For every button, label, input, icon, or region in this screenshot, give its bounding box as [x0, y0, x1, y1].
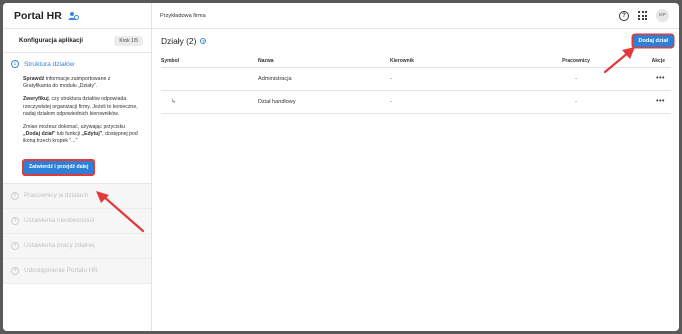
- table-header-row: Symbol Nazwa Kierownik Pracownicy Akcje: [161, 56, 671, 68]
- column-header-name[interactable]: Nazwa: [258, 56, 390, 68]
- avatar[interactable]: KP: [656, 9, 669, 22]
- bold-text: Sprawdź: [23, 76, 45, 82]
- step-item-3[interactable]: 3 Ustawienia nieobecności: [3, 208, 151, 234]
- step-paragraph-2: Zweryfikuj, czy struktura działów odpowi…: [23, 96, 139, 118]
- more-actions-icon[interactable]: •••: [636, 90, 671, 114]
- column-header-symbol[interactable]: Symbol: [161, 56, 258, 68]
- column-header-employees[interactable]: Pracownicy: [516, 56, 636, 68]
- page-title: Działy (2): [161, 36, 197, 46]
- name-cell: Dział handlowy: [258, 90, 390, 114]
- brand-name: Portal HR: [14, 9, 62, 22]
- employees-cell: -: [516, 90, 636, 114]
- app-window: Portal HR Konfiguracja aplikacji Krok 1/…: [3, 3, 679, 331]
- step-item-4[interactable]: 4 Ustawienia pracy zdalnej: [3, 233, 151, 259]
- step-title: Struktura działów: [24, 60, 75, 68]
- topbar: Przykładowa firma ? KP: [152, 3, 679, 29]
- confirm-next-button[interactable]: Zatwierdź i przejdź dalej: [23, 159, 95, 175]
- step-label: Pracownicy w działach: [24, 192, 89, 200]
- config-header: Konfiguracja aplikacji Krok 1/5: [3, 29, 151, 53]
- step-paragraph-3: Zmian możesz dokonać, używając przycisku…: [23, 124, 139, 146]
- table-row[interactable]: Administracja - - •••: [161, 67, 671, 91]
- step-number: 2: [11, 191, 19, 200]
- departments-table: Symbol Nazwa Kierownik Pracownicy Akcje …: [161, 56, 671, 114]
- step-head[interactable]: 1 Struktura działów: [11, 58, 143, 70]
- table-row[interactable]: ↳ Dział handlowy - - •••: [161, 90, 671, 114]
- step-number: 3: [11, 216, 19, 225]
- manager-cell: -: [390, 90, 516, 114]
- text: lub funkcji: [55, 131, 82, 138]
- step-description: Sprawdź informacje zaimportowane z Graty…: [11, 70, 143, 175]
- sidebar: Portal HR Konfiguracja aplikacji Krok 1/…: [3, 3, 152, 331]
- brand: Portal HR: [3, 3, 151, 29]
- subdepartment-icon: ↳: [161, 90, 258, 114]
- topbar-icons: ? KP: [619, 9, 669, 22]
- bold-text: Zweryfikuj: [23, 96, 49, 103]
- name-cell: Administracja: [258, 67, 390, 91]
- employees-cell: -: [516, 67, 636, 91]
- apps-grid-icon[interactable]: [638, 11, 647, 20]
- info-icon[interactable]: ?: [200, 38, 207, 44]
- column-header-manager[interactable]: Kierownik: [390, 56, 516, 68]
- add-department-button[interactable]: Dodaj dział: [633, 35, 673, 47]
- step-active: 1 Struktura działów Sprawdź informacje z…: [3, 53, 151, 184]
- config-title: Konfiguracja aplikacji: [19, 37, 83, 44]
- step-badge: Krok 1/5: [114, 35, 143, 46]
- manager-cell: -: [390, 67, 516, 91]
- step-paragraph-1: Sprawdź informacje zaimportowane z Graty…: [23, 76, 139, 90]
- text: Zmian możesz dokonać, używając przycisku: [23, 124, 126, 131]
- step-number: 4: [11, 241, 19, 250]
- step-item-2[interactable]: 2 Pracownicy w działach: [3, 183, 151, 209]
- more-actions-icon[interactable]: •••: [636, 67, 671, 91]
- step-label: Udostępnienie Portalu HR: [24, 267, 98, 275]
- step-label: Ustawienia pracy zdalnej: [24, 242, 95, 250]
- main-content: Działy (2) ? Dodaj dział Symbol Nazwa Ki…: [152, 29, 679, 331]
- symbol-cell: [161, 67, 258, 91]
- step-item-5[interactable]: 5 Udostępnienie Portalu HR: [3, 258, 151, 284]
- column-header-actions: Akcje: [636, 56, 671, 68]
- main-header: Działy (2) ?: [152, 29, 679, 53]
- bold-text: „Edytuj": [81, 131, 103, 138]
- step-number: 5: [11, 266, 19, 275]
- users-settings-icon: [68, 11, 79, 20]
- step-label: Ustawienia nieobecności: [24, 217, 95, 225]
- bold-text: „Dodaj dział": [23, 131, 56, 138]
- step-number: 1: [11, 60, 19, 68]
- company-name: Przykładowa firma: [160, 12, 206, 19]
- help-icon[interactable]: ?: [619, 10, 629, 21]
